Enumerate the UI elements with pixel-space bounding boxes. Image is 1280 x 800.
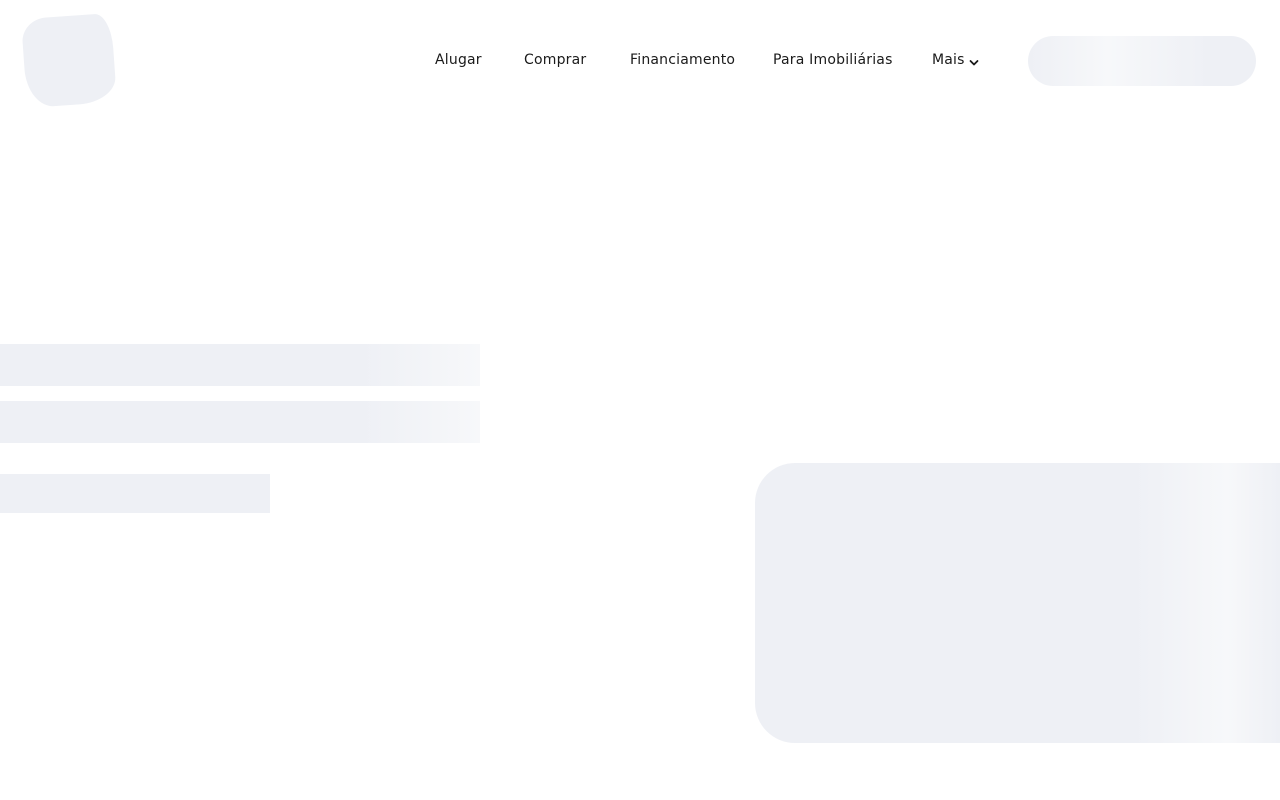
hero-image-placeholder [755,463,1280,743]
nav-link-comprar[interactable]: Comprar [524,50,586,70]
nav-link-mais[interactable]: Mais [932,50,979,70]
nav-link-mais-label: Mais [932,52,965,68]
nav-link-financiamento[interactable]: Financiamento [630,50,735,70]
hero-button-placeholder [0,474,270,513]
nav-link-para-imobiliarias[interactable]: Para Imobiliárias [773,50,893,70]
chevron-down-icon [969,54,979,65]
header-cta-placeholder[interactable] [1028,36,1256,86]
hero-title-line-placeholder [0,401,480,443]
logo-placeholder[interactable] [21,12,117,109]
hero-title-line-placeholder [0,344,480,386]
nav-link-alugar[interactable]: Alugar [435,50,482,70]
